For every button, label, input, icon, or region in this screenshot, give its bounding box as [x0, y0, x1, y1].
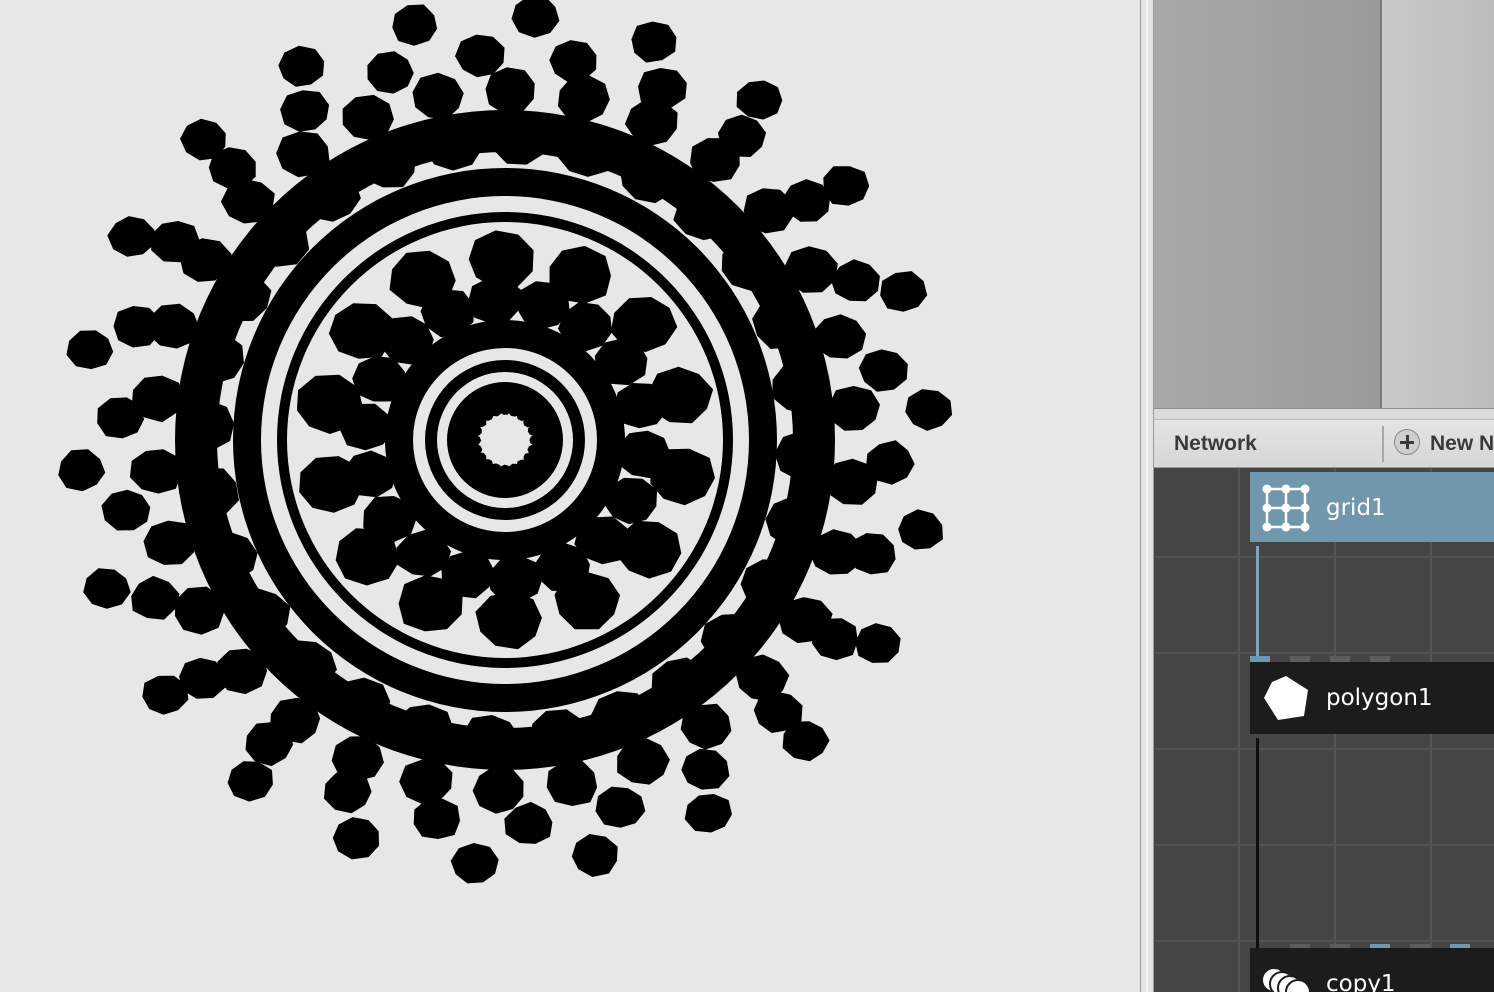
render-shape	[66, 330, 114, 370]
render-shape	[323, 770, 372, 814]
node-grid1[interactable]: grid1	[1250, 472, 1494, 542]
render-shape	[858, 349, 908, 392]
horizontal-pane-divider[interactable]	[1154, 408, 1494, 420]
tab-separator	[1382, 426, 1384, 462]
tab-network[interactable]: Network	[1154, 420, 1382, 467]
render-shape	[450, 843, 499, 884]
render-shape	[638, 68, 687, 110]
node-copy1[interactable]: copy1	[1250, 948, 1494, 992]
node-polygon1[interactable]: polygon1	[1250, 662, 1494, 734]
render-shape	[511, 0, 560, 38]
render-shape	[413, 798, 460, 839]
render-shape	[342, 94, 394, 140]
render-shape	[880, 271, 928, 312]
viewport-3d[interactable]	[0, 0, 1140, 992]
render-shape	[83, 568, 131, 609]
node-label: polygon1	[1326, 685, 1433, 711]
render-shape	[829, 386, 880, 431]
render-shape	[332, 817, 379, 860]
render-shape	[113, 306, 161, 348]
polygon-icon	[1264, 676, 1308, 720]
node-label: grid1	[1326, 495, 1386, 521]
render-shape	[736, 80, 783, 120]
render-shape	[280, 90, 330, 132]
grid-icon	[1262, 484, 1310, 532]
network-tab-bar: Network New N	[1154, 420, 1494, 468]
upper-panel-column	[1154, 0, 1380, 408]
render-shape	[367, 51, 414, 94]
wire-grid1-polygon1	[1256, 546, 1259, 658]
render-shape	[684, 794, 732, 833]
pane-splitter[interactable]	[1140, 0, 1154, 992]
upper-panel	[1154, 0, 1494, 408]
render-shape	[278, 45, 325, 87]
render-shape	[142, 675, 189, 715]
render-shape	[455, 34, 505, 78]
node-label: copy1	[1326, 971, 1396, 992]
render-shape	[595, 786, 646, 828]
upper-panel-column-right	[1382, 0, 1494, 408]
render-shape	[905, 389, 953, 431]
tab-new[interactable]: New N	[1394, 420, 1494, 467]
render-shape	[571, 834, 618, 877]
render-shape	[101, 489, 151, 531]
render-shape	[227, 761, 273, 802]
render-shape	[399, 759, 453, 805]
render-shape	[472, 766, 524, 814]
render-shape	[485, 67, 535, 114]
tab-new-label: New N	[1430, 432, 1494, 455]
render-shape	[97, 397, 145, 439]
render-shape	[898, 509, 943, 550]
render-shape	[830, 259, 880, 302]
wire-polygon1-copy1	[1256, 738, 1259, 948]
geometry-render	[58, 0, 953, 884]
render-shape	[631, 21, 677, 63]
render-shape	[392, 4, 438, 46]
render-shape	[180, 118, 226, 161]
render-shape	[546, 760, 598, 806]
render-shape	[557, 75, 610, 123]
right-pane: Network New N grid1 polygon1 copy1	[1154, 0, 1494, 992]
render-shape	[855, 623, 901, 663]
render-shape	[849, 533, 896, 575]
plus-circle-icon[interactable]	[1394, 429, 1420, 456]
render-shape	[143, 520, 197, 565]
render-shape	[823, 166, 870, 206]
render-shape	[107, 216, 155, 257]
render-shape	[129, 449, 182, 494]
render-shape	[681, 748, 730, 790]
render-shape	[58, 449, 106, 492]
render-shape	[131, 575, 180, 620]
copy-stack-icon	[1261, 967, 1311, 992]
network-editor[interactable]: grid1 polygon1 copy1	[1154, 468, 1494, 992]
render-shape	[412, 72, 464, 120]
render-shape	[782, 721, 830, 762]
